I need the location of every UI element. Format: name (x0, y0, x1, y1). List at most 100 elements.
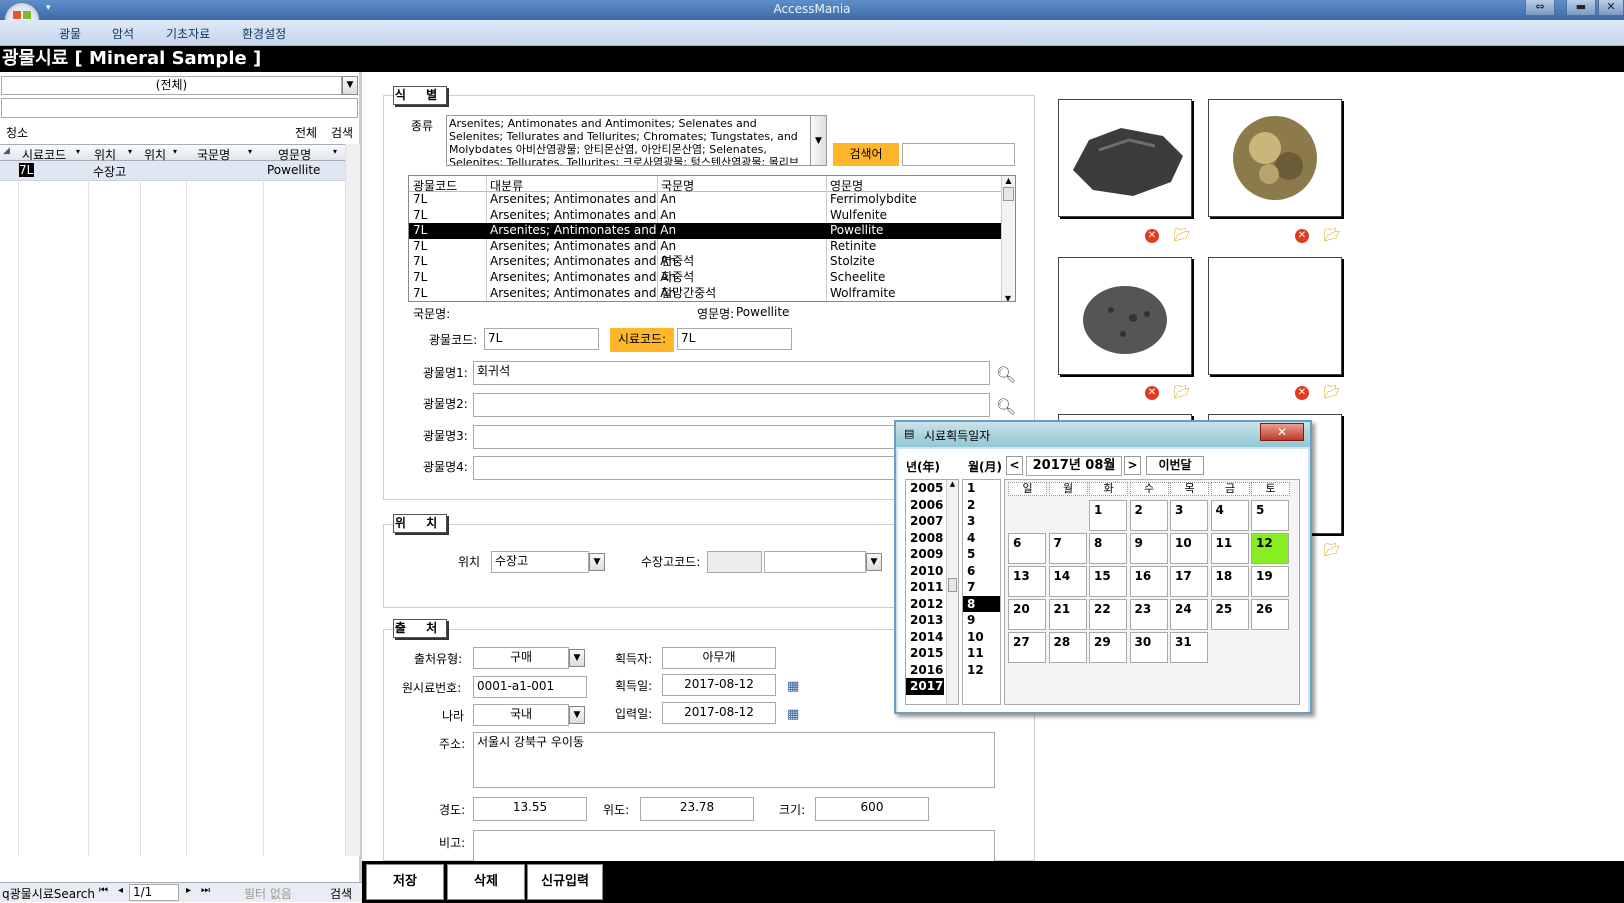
delete-button[interactable]: 삭제 (447, 864, 525, 900)
table-row[interactable]: 7L 수장고 Powellite (0, 161, 345, 181)
calendar-day[interactable]: 28 (1048, 632, 1087, 663)
mineral-code-input[interactable]: 7L (484, 328, 599, 350)
calendar-day[interactable]: 29 (1089, 632, 1127, 663)
year-list-scrollbar[interactable]: ▲ (946, 480, 958, 704)
source-type-dropdown-icon[interactable]: ▼ (569, 649, 585, 667)
month-item[interactable]: 9 (963, 612, 1000, 629)
note-input[interactable] (473, 830, 995, 862)
left-search-input[interactable] (1, 98, 358, 118)
month-item[interactable]: 4 (963, 530, 1000, 547)
nav-search[interactable]: 검색 (330, 885, 352, 902)
calendar-day[interactable]: 6 (1008, 533, 1046, 564)
calendar-day[interactable]: 20 (1008, 599, 1046, 630)
mineral-name2-input[interactable] (473, 393, 990, 417)
list-item[interactable]: 7L Arsenites; Antimonates and An 회중석 Scheel… (409, 270, 1001, 286)
category-combo-dropdown-icon[interactable]: ▼ (342, 76, 358, 95)
month-item[interactable]: 2 (963, 497, 1000, 514)
left-search-button[interactable]: 검색 (331, 124, 353, 141)
sample-image-3[interactable] (1058, 257, 1192, 375)
search-keyword-input[interactable] (902, 143, 1015, 166)
month-item[interactable]: 1 (963, 480, 1000, 497)
close-window-button[interactable]: ✕ (1598, 0, 1624, 16)
prev-month-button[interactable]: < (1006, 456, 1023, 475)
nav-last-icon[interactable]: ⏭ (201, 885, 210, 896)
storage-code-input[interactable] (707, 551, 762, 573)
calendar-day[interactable]: 10 (1170, 533, 1208, 564)
mineral-name1-input[interactable]: 회귀석 (473, 361, 990, 385)
sample-image-1[interactable] (1058, 99, 1192, 217)
calendar-day[interactable]: 21 (1048, 599, 1087, 630)
storage-code-select[interactable] (764, 551, 866, 573)
list-item[interactable]: 7L Arsenites; Antimonates and An Wulfenite (409, 208, 1001, 224)
storage-dropdown-icon[interactable]: ▼ (866, 553, 882, 571)
country-dropdown-icon[interactable]: ▼ (569, 706, 585, 724)
calendar-day[interactable]: 26 (1251, 599, 1289, 630)
mineral-name4-input[interactable] (473, 456, 903, 480)
save-button[interactable]: 저장 (366, 864, 444, 900)
calendar-day[interactable]: 18 (1210, 566, 1249, 597)
open-folder-icon[interactable]: 📂︎ (1324, 228, 1341, 243)
calendar-day[interactable]: 13 (1008, 566, 1046, 597)
calendar-day[interactable]: 5 (1251, 500, 1289, 531)
calendar-day[interactable]: 30 (1129, 632, 1168, 663)
calendar-day[interactable]: 3 (1170, 500, 1208, 531)
menu-base-data[interactable]: 기초자료 (166, 25, 210, 42)
calendar-day[interactable]: 27 (1008, 632, 1046, 663)
calendar-icon[interactable]: ▦ (787, 679, 799, 694)
type-text[interactable]: Arsenites; Antimonates and Antimonites; … (446, 115, 811, 166)
menu-settings[interactable]: 환경설정 (242, 25, 286, 42)
calendar-day[interactable]: 31 (1170, 632, 1208, 663)
sample-image-4[interactable] (1208, 257, 1342, 375)
mineral-list[interactable]: 광물코드 대분류 국문명 영문명 7L Arsenites; Antimonate… (408, 175, 1016, 302)
month-item[interactable]: 12 (963, 662, 1000, 679)
calendar-day[interactable]: 9 (1129, 533, 1168, 564)
month-item[interactable]: 5 (963, 546, 1000, 563)
month-item[interactable]: 11 (963, 645, 1000, 662)
nav-next-icon[interactable]: ▸ (186, 885, 191, 896)
latitude-input[interactable]: 23.78 (640, 797, 754, 821)
calendar-icon[interactable]: ▦ (787, 707, 799, 722)
source-type-select[interactable]: 구매 (473, 647, 569, 669)
this-month-button[interactable]: 이번달 (1146, 456, 1204, 475)
month-item[interactable]: 7 (963, 579, 1000, 596)
calendar-day[interactable]: 23 (1129, 599, 1168, 630)
calendar-day[interactable]: 25 (1210, 599, 1249, 630)
delete-image-icon[interactable]: ✕ (1295, 386, 1309, 400)
delete-image-icon[interactable]: ✕ (1295, 229, 1309, 243)
month-item[interactable]: 6 (963, 563, 1000, 580)
calendar-day[interactable]: 2 (1129, 500, 1168, 531)
list-item[interactable]: 7L Arsenites; Antimonates and An 철망간중석 Wolf… (409, 286, 1001, 301)
calendar-day[interactable]: 15 (1089, 566, 1127, 597)
sample-image-2[interactable] (1208, 99, 1342, 217)
calendar-day[interactable]: 14 (1048, 566, 1087, 597)
menu-mineral[interactable]: 광물 (59, 25, 81, 42)
calendar-day[interactable]: 1 (1089, 500, 1127, 531)
minimize-button[interactable]: ▬ (1566, 0, 1596, 16)
calendar-day[interactable]: 19 (1251, 566, 1289, 597)
nav-position[interactable]: 1/1 (129, 884, 179, 901)
orig-sample-input[interactable]: 0001-a1-001 (473, 676, 587, 698)
new-entry-button[interactable]: 신규입력 (527, 864, 603, 900)
open-folder-icon[interactable]: 📂︎ (1174, 385, 1191, 400)
size-input[interactable]: 600 (815, 797, 929, 821)
calendar-close-button[interactable]: ✕ (1260, 423, 1304, 441)
input-date-input[interactable]: 2017-08-12 (662, 702, 776, 724)
country-select[interactable]: 국내 (473, 704, 569, 726)
calendar-day[interactable]: 16 (1129, 566, 1168, 597)
year-list[interactable]: 2005 2006 2007 2008 2009 2010 2011 2012 2013 2014… (905, 479, 959, 705)
year-item[interactable]: 2017 (906, 678, 944, 695)
left-grid-scrollbar[interactable] (345, 144, 360, 856)
acq-date-input[interactable]: 2017-08-12 (662, 674, 776, 696)
calendar-day[interactable]: 11 (1210, 533, 1249, 564)
list-item[interactable]: 7L Arsenites; Antimonates and An Ferrimoly… (409, 192, 1001, 208)
clear-button[interactable]: 청소 (6, 124, 28, 141)
list-item[interactable]: 7L Arsenites; Antimonates and An Powellite (409, 223, 1001, 239)
category-combo[interactable]: (전체) (1, 76, 342, 95)
quick-access-dropdown-icon[interactable]: ▾ (46, 3, 51, 13)
restore-button[interactable]: ⇔ (1525, 0, 1555, 16)
open-folder-icon[interactable]: 📂︎ (1324, 543, 1341, 558)
calendar-day[interactable]: 7 (1048, 533, 1087, 564)
month-item[interactable]: 8 (963, 595, 1000, 612)
filter-status[interactable]: 필터 없음 (244, 885, 292, 902)
nav-prev-icon[interactable]: ◂ (118, 885, 123, 896)
